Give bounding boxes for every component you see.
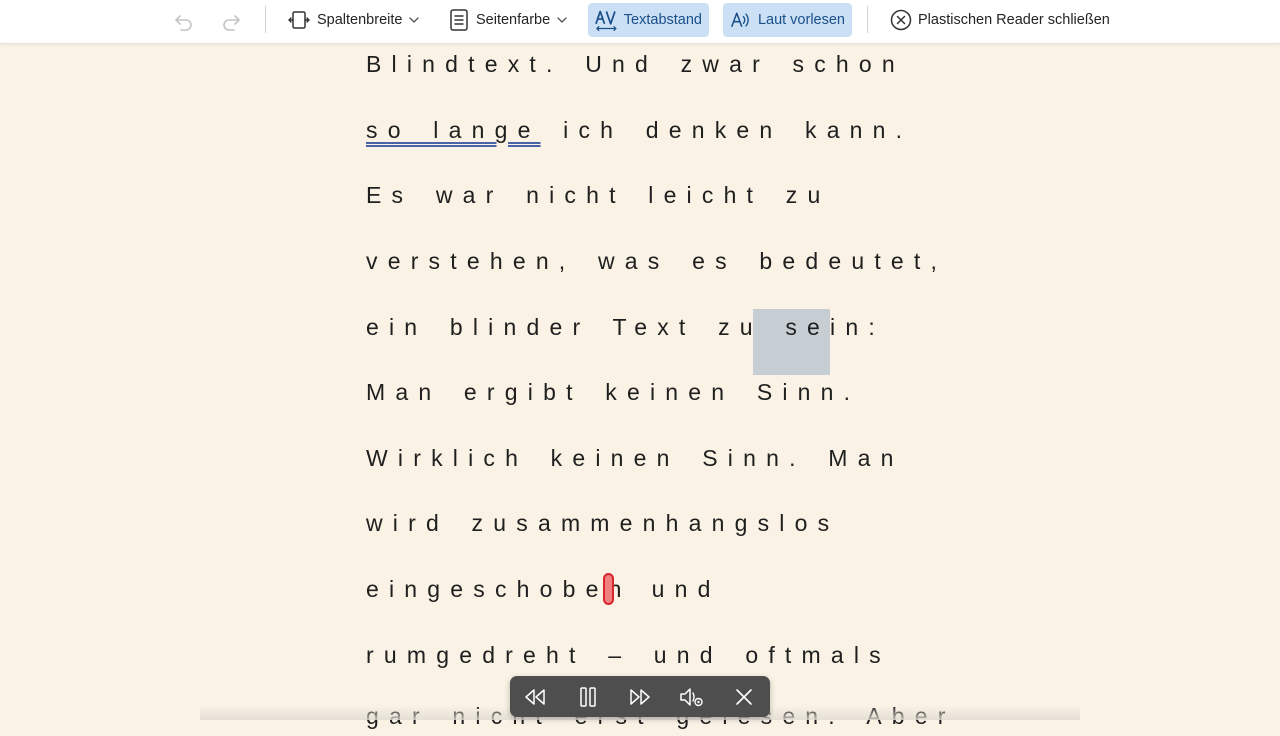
page-color-icon (450, 9, 468, 31)
reader-toolbar: Spaltenbreite Seitenfarbe Textabstand La… (0, 0, 1280, 44)
fast-forward-icon (630, 689, 650, 705)
text-line: wird zusammenhangslos (366, 510, 840, 536)
page-color-button[interactable]: Seitenfarbe (441, 3, 576, 37)
pause-button[interactable] (575, 684, 601, 710)
pause-icon (580, 687, 596, 707)
page-color-label: Seitenfarbe (476, 12, 551, 28)
rewind-icon (525, 689, 545, 705)
column-width-button[interactable]: Spaltenbreite (280, 3, 428, 37)
text-line: Wirklich keinen Sinn. Man (366, 445, 904, 471)
read-aloud-icon (730, 12, 749, 28)
text-span: ich denken kann. (563, 117, 913, 143)
text-spacing-icon (595, 10, 617, 32)
read-aloud-player (510, 676, 770, 717)
column-width-icon (288, 11, 310, 29)
toolbar-divider (867, 6, 868, 33)
close-player-button[interactable] (731, 684, 757, 710)
close-circle-icon (890, 9, 912, 31)
redo-button[interactable] (219, 0, 245, 43)
text-line: rumgedreht – und oftmals (366, 642, 891, 668)
toolbar-divider (265, 6, 266, 33)
fast-forward-button[interactable] (627, 684, 653, 710)
close-reader-button[interactable]: Plastischen Reader schließen (883, 3, 1117, 37)
text-line: Es war nicht leicht zu (366, 182, 831, 208)
text-line: eingeschoben und (366, 569, 721, 609)
voice-settings-icon (680, 688, 703, 707)
text-span: und (651, 576, 721, 602)
column-width-label: Spaltenbreite (317, 12, 403, 28)
text-line: Blindtext. Und zwar schon (366, 51, 905, 77)
text-spacing-button[interactable]: Textabstand (588, 3, 709, 37)
chevron-down-icon (409, 17, 420, 23)
text-line: so lange ich denken kann. (366, 110, 912, 150)
read-aloud-button[interactable]: Laut vorlesen (723, 3, 852, 37)
text-span: eingeschoben (366, 576, 632, 602)
undo-button[interactable] (170, 0, 196, 43)
text-line: verstehen, was es bedeutet, (366, 248, 948, 274)
rewind-button[interactable] (522, 684, 548, 710)
close-reader-label: Plastischen Reader schließen (918, 12, 1110, 28)
text-line: Man ergibt keinen Sinn. (366, 379, 861, 405)
text-spacing-label: Textabstand (623, 12, 702, 28)
read-aloud-label: Laut vorlesen (757, 12, 845, 28)
text-line: ein blinder Text zu sein: (366, 314, 885, 340)
voice-settings-button[interactable] (679, 684, 705, 710)
undo-icon (175, 14, 192, 31)
redo-icon (223, 14, 240, 31)
chevron-down-icon (557, 17, 567, 23)
close-icon (736, 689, 752, 705)
text-cursor[interactable] (603, 573, 614, 605)
underlined-phrase: so lange (366, 117, 541, 143)
